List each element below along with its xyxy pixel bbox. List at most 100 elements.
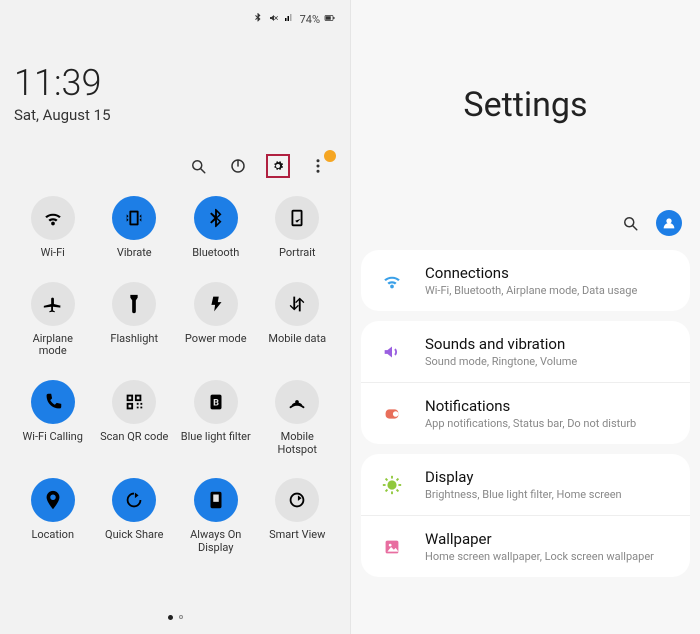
row-subtitle: Sound mode, Ringtone, Volume — [425, 355, 676, 368]
tile-label: Wi-Fi Calling — [18, 431, 88, 444]
bluelight-icon — [194, 380, 238, 424]
tile-mobiledata[interactable]: Mobile data — [259, 282, 337, 358]
row-title: Wallpaper — [425, 530, 676, 548]
tile-label: Scan QR code — [99, 431, 169, 444]
tile-portrait[interactable]: Portrait — [259, 196, 337, 260]
quick-settings-panel: 74% 11:39 Sat, August 15 Wi-Fi Vibrate Blu… — [0, 0, 350, 634]
row-title: Display — [425, 468, 676, 486]
signal-status-icon — [284, 12, 296, 27]
flashlight-icon — [112, 282, 156, 326]
wificalling-icon — [31, 380, 75, 424]
powermode-icon — [194, 282, 238, 326]
search-icon[interactable] — [186, 154, 210, 178]
portrait-icon — [275, 196, 319, 240]
tile-aod[interactable]: Always On Display — [177, 478, 255, 554]
bluetooth-icon — [194, 196, 238, 240]
tile-wificalling[interactable]: Wi-Fi Calling — [14, 380, 92, 456]
settings-list: Connections Wi-Fi, Bluetooth, Airplane mo… — [351, 250, 700, 577]
tile-label: Bluetooth — [181, 247, 251, 260]
row-text: Display Brightness, Blue light filter, Ho… — [425, 468, 676, 501]
tile-label: Airplane mode — [18, 333, 88, 358]
power-icon[interactable] — [226, 154, 250, 178]
battery-status-icon — [324, 12, 336, 27]
row-text: Notifications App notifications, Status b… — [425, 397, 676, 430]
tile-label: Portrait — [262, 247, 332, 260]
status-bar: 74% — [14, 10, 336, 28]
action-row — [14, 154, 336, 178]
airplane-icon — [31, 282, 75, 326]
pager-dot-inactive — [179, 615, 183, 619]
tile-label: Blue light filter — [181, 431, 251, 444]
row-text: Wallpaper Home screen wallpaper, Lock scr… — [425, 530, 676, 563]
smartview-icon — [275, 478, 319, 522]
display-icon — [375, 474, 409, 496]
row-text: Connections Wi-Fi, Bluetooth, Airplane mo… — [425, 264, 676, 297]
settings-row-wallpaper[interactable]: Wallpaper Home screen wallpaper, Lock scr… — [361, 515, 690, 577]
aod-icon — [194, 478, 238, 522]
tile-label: Mobile data — [262, 333, 332, 346]
row-title: Sounds and vibration — [425, 335, 676, 353]
tile-label: Always On Display — [181, 529, 251, 554]
wifi-icon — [31, 196, 75, 240]
pager-dot-active — [168, 615, 173, 620]
row-subtitle: Brightness, Blue light filter, Home scre… — [425, 488, 676, 501]
tile-label: Wi-Fi — [18, 247, 88, 260]
clock-block: 11:39 Sat, August 15 — [14, 62, 336, 124]
notif-icon — [375, 403, 409, 425]
tile-label: Smart View — [262, 529, 332, 542]
wallpaper-icon — [375, 536, 409, 558]
settings-row-connections[interactable]: Connections Wi-Fi, Bluetooth, Airplane mo… — [361, 250, 690, 311]
tile-scanqr[interactable]: Scan QR code — [96, 380, 174, 456]
bluetooth-status-icon — [252, 12, 264, 27]
account-avatar[interactable] — [656, 210, 682, 236]
tile-bluelight[interactable]: Blue light filter — [177, 380, 255, 456]
quickshare-icon — [112, 478, 156, 522]
tile-label: Vibrate — [99, 247, 169, 260]
tile-wifi[interactable]: Wi-Fi — [14, 196, 92, 260]
notification-dot — [324, 150, 336, 162]
settings-row-sounds[interactable]: Sounds and vibration Sound mode, Ringtone… — [361, 321, 690, 382]
settings-toolbar — [351, 210, 700, 250]
tile-label: Location — [18, 529, 88, 542]
settings-card: Connections Wi-Fi, Bluetooth, Airplane mo… — [361, 250, 690, 311]
tile-label: Flashlight — [99, 333, 169, 346]
tile-bluetooth[interactable]: Bluetooth — [177, 196, 255, 260]
row-title: Notifications — [425, 397, 676, 415]
settings-title: Settings — [351, 0, 700, 210]
clock-date: Sat, August 15 — [14, 106, 336, 124]
settings-row-display[interactable]: Display Brightness, Blue light filter, Ho… — [361, 454, 690, 515]
tile-hotspot[interactable]: Mobile Hotspot — [259, 380, 337, 456]
more-icon[interactable] — [306, 154, 330, 178]
quick-tiles-grid: Wi-Fi Vibrate Bluetooth Portrait Airplane mo… — [14, 196, 336, 554]
tile-label: Quick Share — [99, 529, 169, 542]
sound-icon — [375, 341, 409, 363]
tile-vibrate[interactable]: Vibrate — [96, 196, 174, 260]
tile-flashlight[interactable]: Flashlight — [96, 282, 174, 358]
mobiledata-icon — [275, 282, 319, 326]
settings-card: Display Brightness, Blue light filter, Ho… — [361, 454, 690, 577]
tile-quickshare[interactable]: Quick Share — [96, 478, 174, 554]
tile-location[interactable]: Location — [14, 478, 92, 554]
settings-card: Sounds and vibration Sound mode, Ringtone… — [361, 321, 690, 444]
mute-status-icon — [268, 12, 280, 27]
settings-gear-icon[interactable] — [266, 154, 290, 178]
settings-row-notifications[interactable]: Notifications App notifications, Status b… — [361, 382, 690, 444]
page-indicator — [0, 615, 350, 620]
tile-smartview[interactable]: Smart View — [259, 478, 337, 554]
settings-panel: Settings Connections Wi-Fi, Bluetooth, Ai… — [350, 0, 700, 634]
row-subtitle: Home screen wallpaper, Lock screen wallp… — [425, 550, 676, 563]
clock-time: 11:39 — [14, 62, 336, 104]
row-text: Sounds and vibration Sound mode, Ringtone… — [425, 335, 676, 368]
vibrate-icon — [112, 196, 156, 240]
row-title: Connections — [425, 264, 676, 282]
wifi-icon — [375, 270, 409, 292]
tile-label: Power mode — [181, 333, 251, 346]
location-icon — [31, 478, 75, 522]
tile-powermode[interactable]: Power mode — [177, 282, 255, 358]
row-subtitle: App notifications, Status bar, Do not di… — [425, 417, 676, 430]
row-subtitle: Wi-Fi, Bluetooth, Airplane mode, Data us… — [425, 284, 676, 297]
settings-search-icon[interactable] — [618, 211, 642, 235]
tile-airplane[interactable]: Airplane mode — [14, 282, 92, 358]
hotspot-icon — [275, 380, 319, 424]
battery-percent: 74% — [300, 13, 320, 26]
